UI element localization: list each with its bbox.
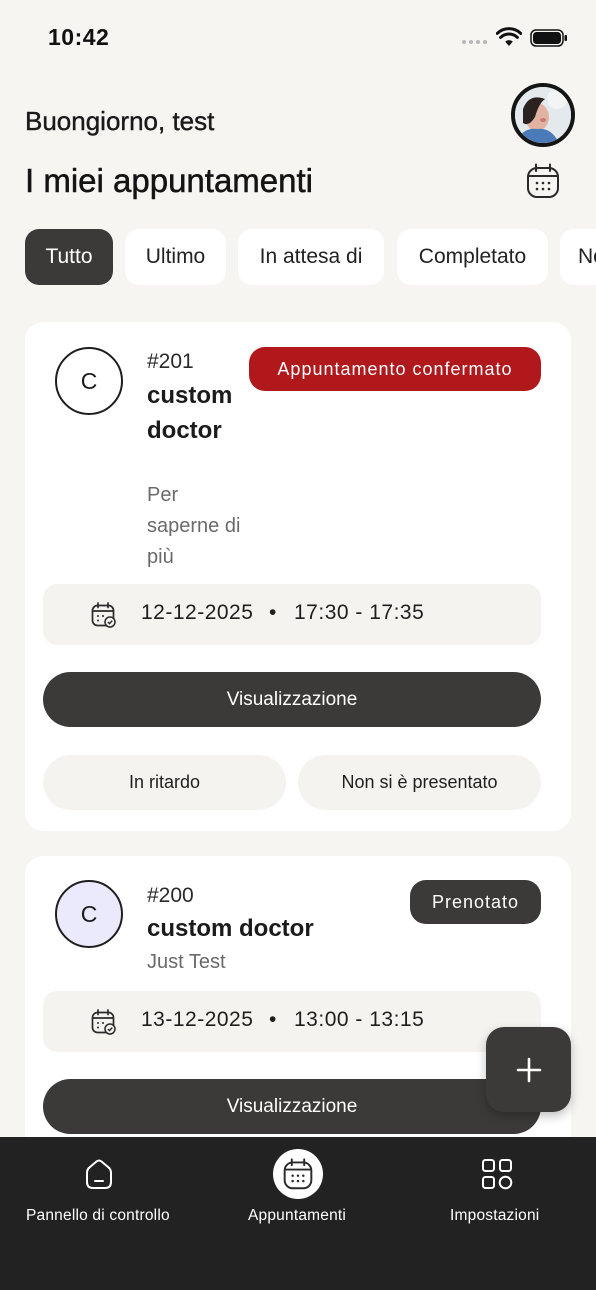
calendar-view-button[interactable] xyxy=(523,161,563,201)
appointment-card: C #200 custom doctor Just Test Prenotato… xyxy=(25,856,571,1156)
tab-no[interactable]: No xyxy=(560,229,596,285)
appointment-datetime: 13-12-2025 • 13:00 - 13:15 xyxy=(43,991,541,1052)
doctor-avatar: C xyxy=(55,347,123,415)
tab-tutto[interactable]: Tutto xyxy=(25,229,113,285)
signal-icon xyxy=(462,40,487,44)
add-appointment-button[interactable] xyxy=(486,1027,571,1112)
appointment-note: Per saperne di più xyxy=(147,484,241,568)
no-show-button[interactable]: Non si è presentato xyxy=(298,755,541,810)
doctor-name: custom doctor xyxy=(147,382,233,444)
calendar-check-icon xyxy=(91,1009,116,1035)
calendar-check-icon xyxy=(91,602,116,628)
battery-icon xyxy=(530,29,567,47)
separator-dot: • xyxy=(269,1008,277,1031)
status-badge: Appuntamento confermato xyxy=(249,347,541,391)
appointment-date: 12-12-2025 xyxy=(141,601,254,624)
view-button[interactable]: Visualizzazione xyxy=(43,1079,541,1134)
greeting: Buongiorno, test xyxy=(25,106,215,136)
nav-label: Pannello di controllo xyxy=(26,1207,170,1224)
appointment-datetime: 12-12-2025 • 17:30 - 17:35 xyxy=(43,584,541,645)
tab-ultimo[interactable]: Ultimo xyxy=(125,229,226,285)
status-badge: Prenotato xyxy=(410,880,541,924)
appointment-card: C #201 custom doctor Per saperne di più … xyxy=(25,322,571,831)
grid-icon xyxy=(472,1149,522,1199)
calendar-icon xyxy=(527,163,559,198)
appointment-time: 17:30 - 17:35 xyxy=(294,601,425,624)
wifi-icon xyxy=(496,27,522,46)
separator-dot: • xyxy=(269,601,277,624)
profile-avatar[interactable] xyxy=(511,83,575,147)
calendar-icon xyxy=(273,1149,323,1199)
nav-label: Impostazioni xyxy=(450,1207,540,1224)
nav-item-settings[interactable]: Impostazioni xyxy=(398,1137,596,1247)
page-title: I miei appuntamenti xyxy=(25,162,314,200)
appointment-number: #201 xyxy=(147,350,194,373)
doctor-avatar: C xyxy=(55,880,123,948)
bottom-navigation: Pannello di controllo Appuntamenti Impos… xyxy=(0,1137,596,1290)
nav-item-dashboard[interactable]: Pannello di controllo xyxy=(0,1137,198,1247)
tab-in-attesa[interactable]: In attesa di xyxy=(238,229,384,285)
appointment-time: 13:00 - 13:15 xyxy=(294,1008,425,1031)
appointment-number: #200 xyxy=(147,884,194,907)
nav-label: Appuntamenti xyxy=(248,1207,347,1224)
status-bar: 10:42 xyxy=(0,0,596,76)
filter-tabs: Tutto Ultimo In attesa di Completato No xyxy=(25,229,596,285)
status-time: 10:42 xyxy=(48,24,110,50)
nav-item-appointments[interactable]: Appuntamenti xyxy=(198,1137,398,1247)
tab-completato[interactable]: Completato xyxy=(397,229,548,285)
appointment-note: Just Test xyxy=(147,951,226,973)
appointment-date: 13-12-2025 xyxy=(141,1008,254,1031)
plus-icon xyxy=(516,1057,541,1082)
view-button[interactable]: Visualizzazione xyxy=(43,672,541,727)
late-button[interactable]: In ritardo xyxy=(43,755,286,810)
home-icon xyxy=(74,1149,124,1199)
avatar-photo xyxy=(515,87,571,143)
doctor-name: custom doctor xyxy=(147,915,314,942)
